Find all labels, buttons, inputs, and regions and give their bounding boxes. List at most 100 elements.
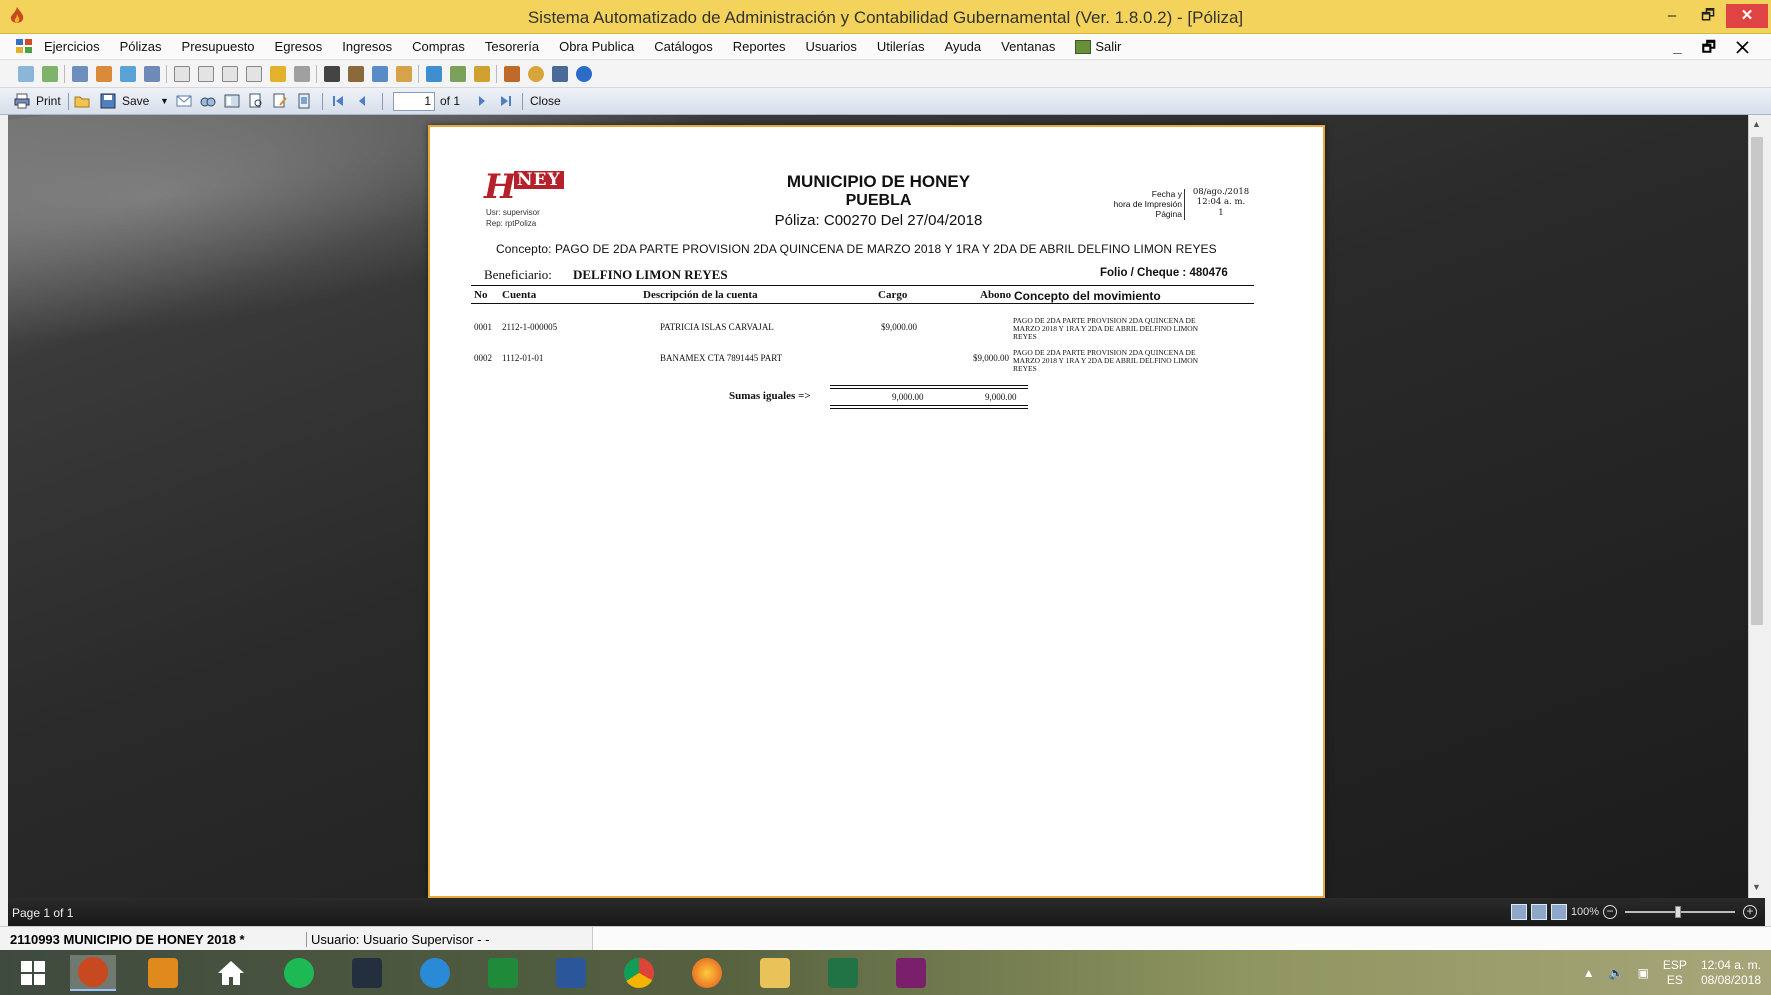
single-page-icon[interactable]	[296, 93, 312, 109]
save-dropdown-icon[interactable]: ▼	[160, 96, 169, 106]
menu-ejercicios[interactable]: Ejercicios	[44, 39, 100, 54]
taskbar-app-amazon[interactable]	[344, 955, 390, 991]
previous-page-icon[interactable]	[354, 93, 370, 109]
amazon-icon	[352, 958, 382, 988]
restore-button[interactable]: 🗗	[1690, 4, 1726, 28]
single-page-view-icon[interactable]	[1530, 904, 1547, 920]
edit-page-icon[interactable]	[272, 93, 288, 109]
zoom-page-icon[interactable]	[248, 93, 264, 109]
menu-reportes[interactable]: Reportes	[733, 39, 786, 54]
print-queue-icon[interactable]	[294, 66, 310, 82]
menu-ventanas[interactable]: Ventanas	[1001, 39, 1055, 54]
zoom-slider-knob[interactable]	[1675, 906, 1681, 918]
edit-icon[interactable]	[348, 66, 364, 82]
tools-icon[interactable]	[450, 66, 466, 82]
menu-utilerias[interactable]: Utilerías	[877, 39, 925, 54]
menu-ayuda[interactable]: Ayuda	[945, 39, 982, 54]
menu-ingresos[interactable]: Ingresos	[342, 39, 392, 54]
menu-usuarios[interactable]: Usuarios	[806, 39, 857, 54]
taskbar-app-spotify[interactable]	[276, 955, 322, 991]
col-no: No	[474, 289, 488, 301]
menu-catalogos[interactable]: Catálogos	[654, 39, 713, 54]
zoom-out-icon[interactable]: −	[1603, 905, 1617, 919]
taskbar-app-firefox[interactable]	[684, 955, 730, 991]
volume-icon[interactable]: 🔈	[1609, 966, 1624, 980]
save-button[interactable]: Save	[122, 94, 149, 108]
taskbar-app-flame[interactable]	[70, 955, 116, 991]
checklist-icon[interactable]	[120, 66, 136, 82]
email-icon[interactable]	[176, 93, 192, 109]
taskbar-app-store[interactable]	[480, 955, 526, 991]
menu-obra-publica[interactable]: Obra Publica	[559, 39, 634, 54]
clipboard-icon[interactable]	[324, 66, 340, 82]
menu-salir[interactable]: Salir	[1075, 39, 1141, 54]
page-number-input[interactable]: 1	[393, 92, 435, 111]
windows-logo-icon	[21, 961, 45, 985]
first-page-icon[interactable]	[330, 93, 346, 109]
taskbar-app-chrome[interactable]	[616, 955, 662, 991]
header-top-rule	[471, 285, 1254, 286]
minimize-button[interactable]: –	[1654, 4, 1690, 28]
mdi-controls[interactable]: _ 🗗 ✕	[1673, 37, 1757, 62]
truck-icon[interactable]	[372, 66, 388, 82]
find-icon[interactable]	[200, 93, 216, 109]
start-button[interactable]	[10, 955, 56, 991]
sum-top-rule	[830, 385, 1028, 386]
print-icon[interactable]	[14, 93, 30, 109]
vertical-scrollbar[interactable]: ▲ ▼	[1748, 115, 1765, 898]
page-width-view-icon[interactable]	[1550, 904, 1567, 920]
menu-presupuesto[interactable]: Presupuesto	[182, 39, 255, 54]
clock[interactable]: 12:04 a. m. 08/08/2018	[1701, 958, 1761, 988]
taskbar-app-ie[interactable]	[412, 955, 458, 991]
last-page-icon[interactable]	[498, 93, 514, 109]
close-report-button[interactable]: Close	[530, 94, 561, 108]
refresh-icon[interactable]	[18, 66, 34, 82]
help-icon[interactable]	[576, 66, 592, 82]
menu-egresos[interactable]: Egresos	[275, 39, 323, 54]
multi-page-view-icon[interactable]	[1510, 904, 1527, 920]
print-button[interactable]: Print	[36, 94, 61, 108]
document-icon[interactable]	[42, 66, 58, 82]
save-icon[interactable]	[100, 93, 116, 109]
box-icon[interactable]	[396, 66, 412, 82]
user-icon[interactable]	[528, 66, 544, 82]
e-form-icon[interactable]	[222, 66, 238, 82]
taskbar-app-excel[interactable]	[820, 955, 866, 991]
report-icon[interactable]	[426, 66, 442, 82]
p-form-icon[interactable]	[246, 66, 262, 82]
badge-icon[interactable]	[270, 66, 286, 82]
menu-compras[interactable]: Compras	[412, 39, 465, 54]
taskbar-app-pdf[interactable]	[888, 955, 934, 991]
scroll-up-icon[interactable]: ▲	[1752, 119, 1761, 129]
next-page-icon[interactable]	[474, 93, 490, 109]
tree-icon[interactable]	[504, 66, 520, 82]
d-form-icon[interactable]	[198, 66, 214, 82]
tray-expand-icon[interactable]: ▲	[1583, 966, 1595, 980]
taskbar-app-notes[interactable]	[140, 955, 186, 991]
zoom-in-icon[interactable]: +	[1743, 905, 1757, 919]
database-icon[interactable]	[552, 66, 568, 82]
c-form-icon[interactable]	[174, 66, 190, 82]
taskbar-app-explorer[interactable]	[752, 955, 798, 991]
scroll-down-icon[interactable]: ▼	[1752, 882, 1761, 892]
menu-tesoreria[interactable]: Tesorería	[485, 39, 539, 54]
open-folder-icon[interactable]	[74, 93, 90, 109]
system-menu-icon[interactable]	[16, 39, 32, 53]
status-panel	[592, 927, 1771, 951]
close-button[interactable]: ✕	[1726, 4, 1768, 28]
printer-icon[interactable]	[72, 66, 88, 82]
scrollbar-thumb[interactable]	[1751, 137, 1763, 625]
page-layout-icon[interactable]	[224, 93, 240, 109]
search-docs-icon[interactable]	[474, 66, 490, 82]
network-icon[interactable]: ▣	[1638, 966, 1649, 980]
row2-cuenta: 1112-01-01	[502, 353, 544, 363]
menu-polizas[interactable]: Pólizas	[120, 39, 162, 54]
taskbar-app-word[interactable]	[548, 955, 594, 991]
grid-icon[interactable]	[144, 66, 160, 82]
store-icon	[488, 958, 518, 988]
language-indicator[interactable]: ESP ES	[1663, 958, 1687, 988]
transfer-icon[interactable]	[96, 66, 112, 82]
header-bottom-rule	[471, 303, 1254, 304]
zoom-slider[interactable]	[1625, 906, 1735, 918]
taskbar-app-home[interactable]	[208, 955, 254, 991]
